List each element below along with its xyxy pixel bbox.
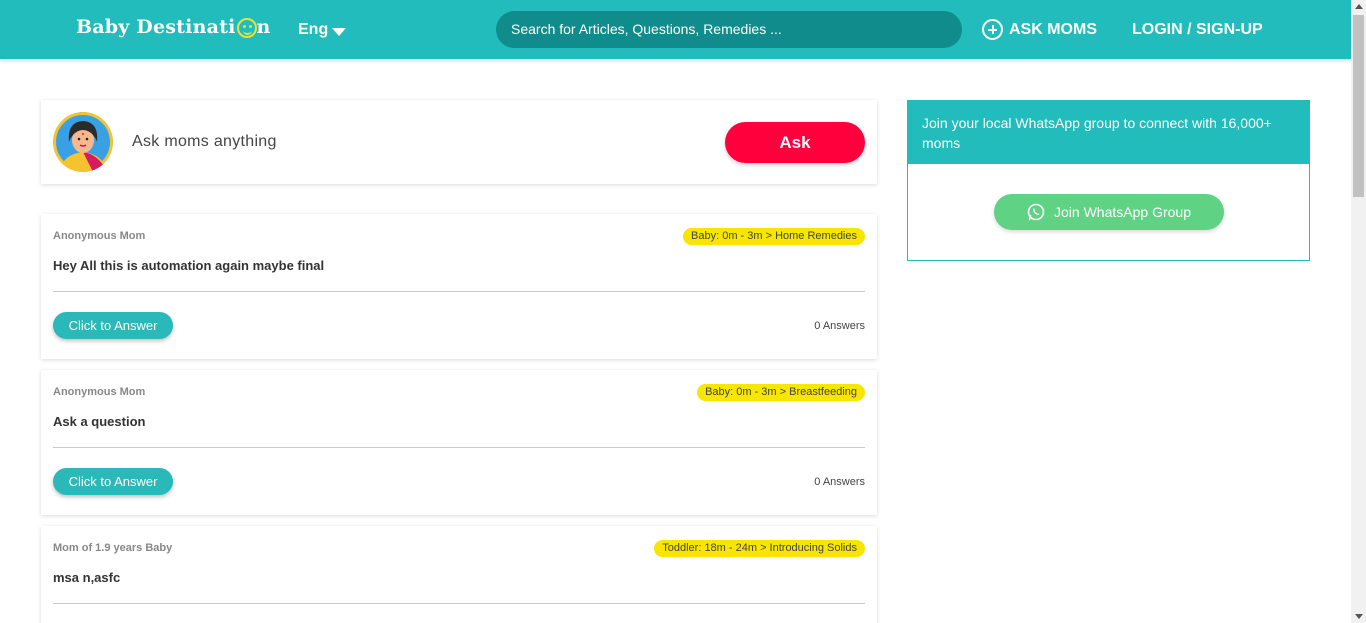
join-whatsapp-button[interactable]: Join WhatsApp Group <box>994 194 1224 230</box>
join-whatsapp-label: Join WhatsApp Group <box>1054 204 1191 220</box>
whatsapp-panel-heading: Join your local WhatsApp group to connec… <box>908 101 1309 164</box>
top-header: Baby Destinati n Eng ASK MOMS LOGIN / SIG… <box>0 0 1351 59</box>
logo-text: Baby Destinati <box>76 16 236 38</box>
question-author: Mom of 1.9 years Baby <box>53 542 173 554</box>
ask-moms-link[interactable]: ASK MOMS <box>982 19 1097 40</box>
search-input[interactable] <box>496 11 962 48</box>
site-logo[interactable]: Baby Destinati n <box>76 16 271 38</box>
question-author: Anonymous Mom <box>53 230 146 242</box>
question-title[interactable]: Hey All this is automation again maybe f… <box>53 258 324 273</box>
click-to-answer-button[interactable]: Click to Answer <box>53 468 173 495</box>
question-title[interactable]: msa n,asfc <box>53 570 120 585</box>
page-scrollbar[interactable] <box>1351 0 1366 623</box>
question-card: Anonymous Mom Baby: 0m - 3m > Breastfeed… <box>41 370 877 515</box>
scroll-thumb[interactable] <box>1353 15 1364 197</box>
question-category-tag[interactable]: Baby: 0m - 3m > Breastfeeding <box>697 384 865 401</box>
divider <box>53 291 865 292</box>
scroll-down-arrow-icon[interactable] <box>1355 614 1363 619</box>
divider <box>53 447 865 448</box>
chevron-down-icon <box>332 27 347 36</box>
whatsapp-icon <box>1027 203 1045 221</box>
ask-question-card: Ask moms anything Ask <box>41 100 877 184</box>
question-title[interactable]: Ask a question <box>53 414 145 429</box>
click-to-answer-button[interactable]: Click to Answer <box>53 312 173 339</box>
answer-count: 0 Answers <box>814 320 865 332</box>
divider <box>53 603 865 604</box>
question-category-tag[interactable]: Toddler: 18m - 24m > Introducing Solids <box>654 540 865 557</box>
ask-moms-label: ASK MOMS <box>1009 20 1097 38</box>
plus-circle-icon <box>982 19 1003 40</box>
answer-count: 0 Answers <box>814 476 865 488</box>
whatsapp-group-panel: Join your local WhatsApp group to connec… <box>907 100 1310 261</box>
scroll-up-arrow-icon[interactable] <box>1355 4 1363 9</box>
login-signup-link[interactable]: LOGIN / SIGN-UP <box>1132 21 1263 39</box>
language-label: Eng <box>298 21 329 38</box>
mom-avatar <box>53 112 113 172</box>
ask-input-placeholder[interactable]: Ask moms anything <box>132 133 277 151</box>
ask-button[interactable]: Ask <box>725 122 865 163</box>
language-selector[interactable]: Eng <box>298 21 347 39</box>
logo-smiley-icon <box>236 18 257 38</box>
question-author: Anonymous Mom <box>53 386 146 398</box>
logo-text-end: n <box>256 16 271 38</box>
question-category-tag[interactable]: Baby: 0m - 3m > Home Remedies <box>683 228 865 245</box>
question-card: Mom of 1.9 years Baby Toddler: 18m - 24m… <box>41 526 877 623</box>
question-card: Anonymous Mom Baby: 0m - 3m > Home Remed… <box>41 214 877 359</box>
